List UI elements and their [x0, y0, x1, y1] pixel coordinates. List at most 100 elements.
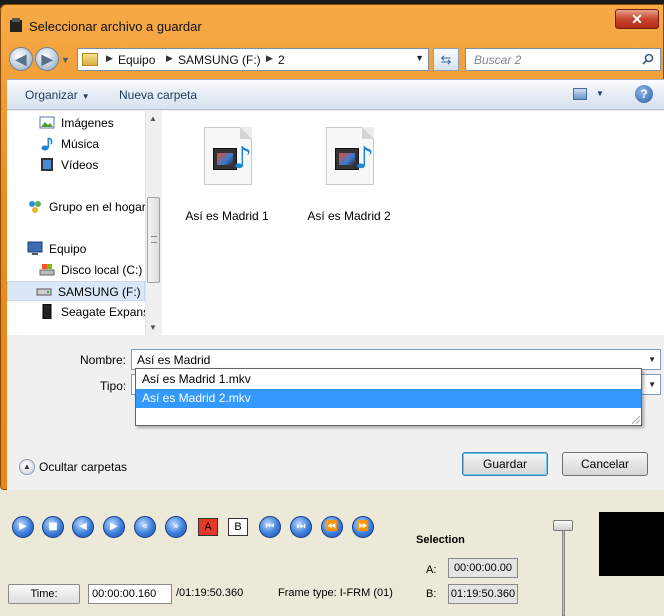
breadcrumb-separator-icon[interactable]: ▶ [106, 53, 113, 64]
previous-frame-icon[interactable]: ◀ [72, 516, 94, 538]
rewind-icon[interactable]: « [134, 516, 156, 538]
nav-item-label: SAMSUNG (F:) [58, 285, 141, 299]
help-button[interactable]: ? [635, 85, 653, 103]
total-time: /01:19:50.360 [176, 587, 244, 599]
next-frame-icon[interactable]: ▶ [103, 516, 125, 538]
breadcrumb-folder[interactable]: 2 [278, 53, 285, 67]
resize-grip-icon[interactable] [629, 413, 641, 425]
nav-item-label: Vídeos [61, 158, 99, 172]
set-marker-a-button[interactable]: A [198, 518, 218, 536]
fast-forward-icon[interactable]: » [165, 516, 187, 538]
breadcrumb-samsung[interactable]: SAMSUNG (F:) [178, 53, 261, 67]
dialog-client-area: Organizar ▼ Nueva carpeta ▼ ? Imágenes Mú… [7, 79, 664, 490]
breadcrumb-equipo[interactable]: Equipo [118, 53, 155, 67]
cancel-button[interactable]: Cancelar [562, 452, 648, 476]
chevron-down-icon[interactable]: ▼ [648, 355, 656, 364]
external-drive-icon [42, 304, 52, 319]
page-fold [240, 127, 252, 139]
organize-menu[interactable]: Organizar ▼ [25, 88, 90, 102]
address-bar[interactable]: ▶ Equipo ▶ SAMSUNG (F:) ▶ 2 ▼ [77, 48, 429, 71]
organize-label: Organizar [25, 88, 78, 102]
chevron-down-icon[interactable]: ▼ [648, 380, 656, 389]
stop-icon[interactable]: ■ [42, 516, 64, 538]
autocomplete-option[interactable]: Así es Madrid 1.mkv [136, 370, 641, 389]
nav-item-imagenes[interactable]: Imágenes [11, 113, 147, 133]
page-fold [362, 127, 374, 139]
navigation-pane-scrollbar[interactable]: ▲ ▼ [145, 111, 161, 335]
save-form: Nombre: Así es Madrid ▼ Tipo: ▼ Así es M… [7, 336, 664, 490]
address-dropdown-icon[interactable]: ▼ [415, 53, 424, 63]
file-name: Así es Madrid 1 [185, 209, 269, 223]
navigation-pane: Imágenes Música Vídeos Grupo en el hogar… [7, 111, 161, 335]
new-folder-button[interactable]: Nueva carpeta [119, 88, 197, 102]
selection-b-value: 01:19:50.360 [448, 584, 518, 604]
selection-a-value: 00:00:00.00 [448, 558, 518, 578]
nav-item-musica[interactable]: Música [11, 134, 147, 154]
frame-type: Frame type: I-FRM (01) [278, 587, 393, 599]
search-input[interactable]: Buscar 2 [465, 48, 661, 71]
nav-item-samsung[interactable]: SAMSUNG (F:) [7, 281, 145, 301]
back-button[interactable]: ◀ [9, 47, 33, 71]
filetype-label: Tipo: [100, 379, 127, 393]
next-keyframe-icon[interactable]: ⏩ [352, 516, 374, 538]
music-note-icon: ♪ [355, 141, 375, 176]
forward-button[interactable]: ▶ [35, 47, 59, 71]
local-disk-icon [39, 264, 55, 276]
view-options-dropdown-icon[interactable]: ▼ [596, 89, 604, 98]
previous-keyframe-icon[interactable]: ⏪ [321, 516, 343, 538]
file-item[interactable]: ♪ Así es Madrid 1 [172, 123, 282, 233]
nav-item-label: Grupo en el hogar [49, 200, 146, 214]
nav-item-grupo-hogar[interactable]: Grupo en el hogar [11, 197, 147, 217]
video-preview [599, 512, 664, 576]
refresh-button[interactable]: ⇆ [433, 48, 459, 71]
breadcrumb-separator-icon[interactable]: ▶ [266, 53, 273, 64]
nav-item-seagate[interactable]: Seagate Expansion [11, 302, 147, 322]
selection-title: Selection [416, 534, 465, 546]
autocomplete-option-selected[interactable]: Así es Madrid 2.mkv [136, 389, 641, 408]
nav-item-equipo[interactable]: Equipo [11, 239, 147, 259]
filename-input[interactable]: Así es Madrid ▼ [131, 349, 661, 370]
volume-slider-thumb[interactable] [553, 520, 573, 531]
dialog-titlebar: Seleccionar archivo a guardar ✕ [1, 5, 663, 43]
video-file-icon: ♪ [326, 127, 374, 185]
volume-slider-track[interactable] [562, 526, 565, 616]
film-frame [217, 153, 233, 165]
filename-label: Nombre: [80, 353, 127, 367]
set-marker-b-button[interactable]: B [228, 518, 248, 536]
time-button[interactable]: Time: [8, 584, 80, 604]
computer-icon [27, 241, 43, 255]
chevron-up-icon: ▲ [19, 459, 35, 475]
music-icon [41, 137, 53, 151]
file-item[interactable]: ♪ Así es Madrid 2 [294, 123, 404, 233]
nav-item-label: Música [61, 137, 100, 151]
scroll-down-icon[interactable]: ▼ [149, 323, 157, 332]
app-icon [10, 18, 22, 32]
filename-value: Así es Madrid [137, 353, 211, 367]
history-dropdown-icon[interactable]: ▼ [61, 55, 70, 65]
breadcrumb-separator-icon[interactable]: ▶ [166, 53, 173, 64]
selection-b-label: B: [426, 588, 437, 600]
nav-item-label: Equipo [49, 242, 87, 256]
drive-icon [36, 288, 52, 296]
scroll-up-icon[interactable]: ▲ [149, 114, 157, 123]
nav-item-disco-local[interactable]: Disco local (C:) [11, 260, 147, 280]
close-button[interactable]: ✕ [615, 9, 659, 29]
player-panel: ▶ ■ ◀ ▶ « » A B ⏮ ⏭ ⏪ ⏩ Selection A: 00:… [0, 490, 664, 616]
chevron-down-icon: ▼ [81, 92, 90, 101]
current-time-input[interactable]: 00:00:00.160 [88, 584, 172, 604]
play-icon[interactable]: ▶ [12, 516, 34, 538]
scrollbar-thumb[interactable] [147, 197, 160, 283]
save-file-dialog: Seleccionar archivo a guardar ✕ ◀ ▶ ▼ ▶ … [0, 4, 664, 490]
save-button[interactable]: Guardar [462, 452, 548, 476]
nav-item-videos[interactable]: Vídeos [11, 155, 147, 175]
go-to-marker-a-icon[interactable]: ⏮ [259, 516, 281, 538]
selection-a-label: A: [426, 564, 437, 576]
videos-icon [41, 158, 53, 171]
pictures-icon [39, 116, 55, 129]
search-icon[interactable] [642, 53, 654, 65]
video-file-icon: ♪ [204, 127, 252, 185]
go-to-marker-b-icon[interactable]: ⏭ [290, 516, 312, 538]
film-frame [339, 153, 355, 165]
music-note-icon: ♪ [233, 141, 253, 176]
change-view-icon[interactable] [573, 88, 587, 100]
